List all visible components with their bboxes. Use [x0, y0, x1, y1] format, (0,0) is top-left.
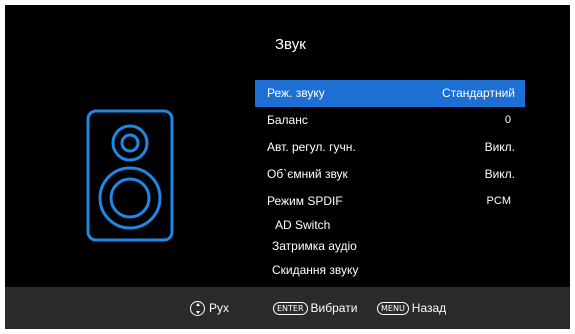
enter-key-icon: ENTER	[273, 301, 308, 315]
hint-back: MENU Назад	[377, 287, 446, 329]
menu-item-value: Викл.	[484, 140, 515, 154]
menu-item-spdif[interactable]: Режим SPDIF PCM	[255, 188, 525, 215]
menu-item-audio-delay[interactable]: Затримка аудіо	[255, 236, 525, 257]
menu-item-sound-mode[interactable]: Реж. звуку Стандартний	[255, 80, 525, 107]
menu-item-surround[interactable]: Об`ємний звук Викл.	[255, 161, 525, 188]
menu-item-label: Затримка аудіо	[272, 239, 357, 253]
menu-item-label: Об`ємний звук	[267, 167, 348, 181]
menu-item-label: Баланс	[267, 113, 308, 127]
tv-osd-screen: Звук Реж. звуку Стандартний Баланс 0 Авт…	[5, 5, 570, 329]
speaker-icon	[86, 109, 174, 242]
menu-item-sound-reset[interactable]: Скидання звуку	[255, 257, 525, 284]
menu-item-label: Скидання звуку	[272, 263, 359, 277]
hint-bar: Рух ENTER Вибрати MENU Назад	[5, 287, 570, 329]
sound-menu: Реж. звуку Стандартний Баланс 0 Авт. рег…	[255, 80, 525, 284]
menu-item-ad-switch[interactable]: AD Switch	[255, 215, 525, 236]
menu-item-value: 0	[504, 114, 511, 126]
menu-item-label: Авт. регул. гучн.	[267, 140, 356, 154]
hint-back-label: Назад	[411, 301, 447, 315]
menu-item-balance[interactable]: Баланс 0	[255, 107, 525, 134]
hint-select-label: Вибрати	[310, 301, 358, 315]
menu-item-label: Реж. звуку	[267, 86, 325, 100]
menu-item-label: AD Switch	[275, 218, 331, 232]
menu-key-icon: MENU	[377, 301, 409, 315]
hint-select: ENTER Вибрати	[273, 287, 357, 329]
menu-item-value: PCM	[486, 195, 511, 207]
nav-updown-icon	[190, 300, 205, 316]
menu-item-value: Викл.	[484, 167, 515, 181]
menu-title: Звук	[275, 36, 306, 53]
menu-item-label: Режим SPDIF	[267, 194, 343, 208]
hint-move-label: Рух	[209, 301, 230, 315]
hint-move: Рух	[190, 287, 229, 329]
menu-item-auto-volume[interactable]: Авт. регул. гучн. Викл.	[255, 134, 525, 161]
menu-item-value: Стандартний	[442, 86, 515, 100]
